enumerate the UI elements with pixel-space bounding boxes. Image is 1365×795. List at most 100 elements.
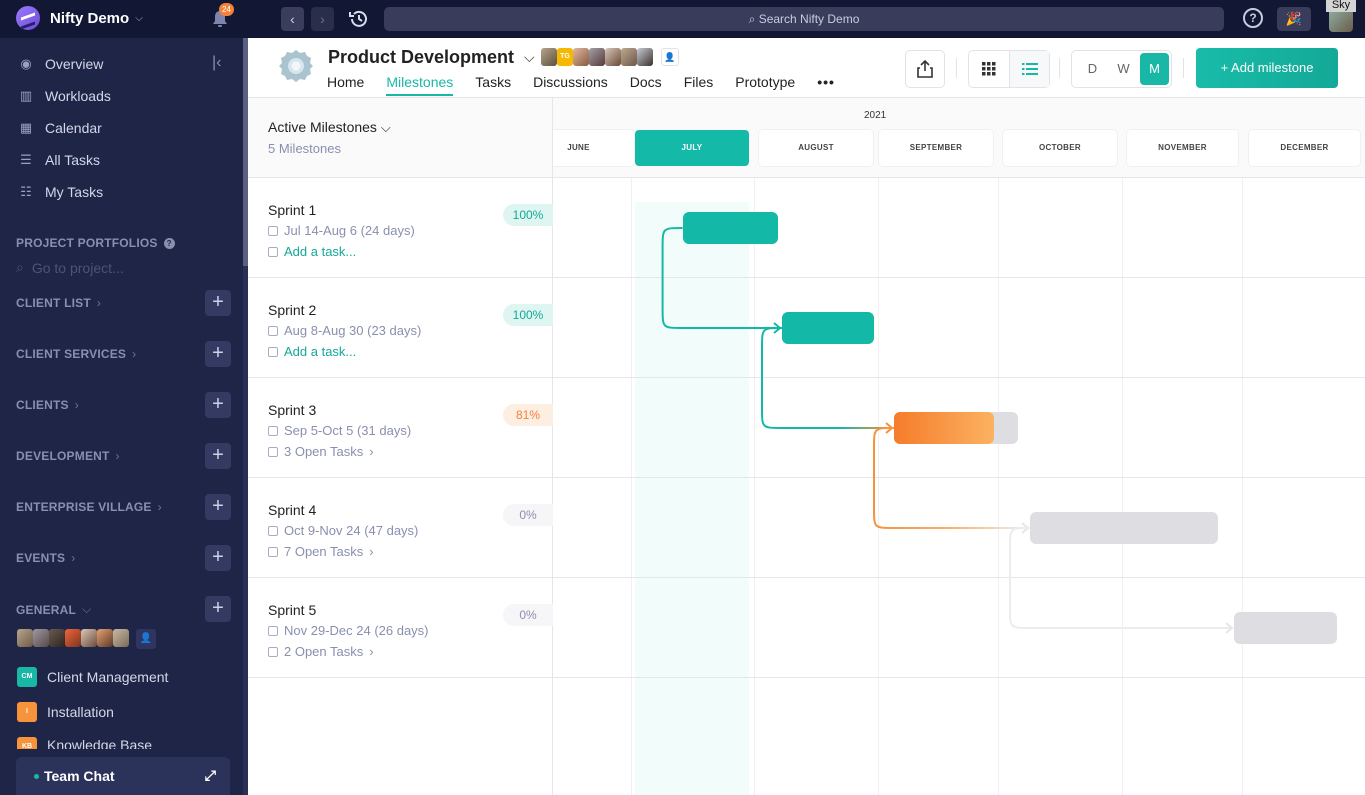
project-label: Installation [47, 704, 114, 720]
active-milestones-filter[interactable]: Active Milestones ⌵ [268, 119, 391, 136]
milestone-row[interactable]: Sprint 5 Nov 29-Dec 24 (26 days) 2 Open … [248, 578, 553, 678]
workspace-switcher[interactable]: Nifty Demo ⌵ [16, 6, 143, 30]
tab-milestones[interactable]: Milestones [386, 74, 454, 96]
month-november[interactable]: NOVEMBER [1127, 130, 1238, 166]
member-avatar[interactable] [605, 48, 621, 66]
tab-home[interactable]: Home [327, 74, 364, 96]
open-tasks-link[interactable]: 7 Open Tasks › [268, 544, 374, 559]
tab-prototype[interactable]: Prototype [735, 74, 795, 96]
portfolio-clients[interactable]: CLIENTS › [16, 398, 79, 412]
portfolio-events[interactable]: EVENTS › [16, 551, 75, 565]
month-september[interactable]: SEPTEMBER [879, 130, 993, 166]
portfolio-development[interactable]: DEVELOPMENT › [16, 449, 120, 463]
project-installation[interactable]: I Installation [17, 702, 114, 722]
member-avatar[interactable] [81, 629, 97, 647]
day-view-button[interactable]: D [1078, 53, 1107, 85]
month-view-button[interactable]: M [1140, 53, 1169, 85]
member-avatar[interactable] [33, 629, 49, 647]
milestone-name[interactable]: Sprint 2 [268, 302, 316, 318]
month-december[interactable]: DECEMBER [1249, 130, 1360, 166]
add-task-link[interactable]: Add a task... [268, 244, 356, 259]
add-task-link[interactable]: Add a task... [268, 344, 356, 359]
week-view-button[interactable]: W [1109, 53, 1138, 85]
back-button[interactable]: ‹ [281, 7, 304, 31]
tab-tasks[interactable]: Tasks [475, 74, 511, 96]
add-member-icon[interactable]: 👤 [661, 48, 679, 66]
portfolio-client-services[interactable]: CLIENT SERVICES › [16, 347, 136, 361]
milestone-bar[interactable] [894, 412, 1018, 444]
help-circle-icon[interactable]: ? [163, 237, 175, 249]
milestone-name[interactable]: Sprint 3 [268, 402, 316, 418]
go-to-project-input[interactable]: ⌕ Go to project... [16, 259, 124, 276]
sidebar-item-calendar[interactable]: ▦ Calendar [18, 118, 102, 138]
add-member-icon[interactable]: 👤 [136, 629, 156, 649]
portfolio-enterprise-village[interactable]: ENTERPRISE VILLAGE › [16, 500, 162, 514]
more-tabs-icon[interactable]: ••• [817, 74, 835, 96]
search-bar[interactable]: ⌕ Search Nifty Demo [384, 7, 1224, 31]
toolbar-divider [1183, 58, 1184, 78]
tab-discussions[interactable]: Discussions [533, 74, 608, 96]
milestone-row[interactable]: Sprint 3 Sep 5-Oct 5 (31 days) 3 Open Ta… [248, 378, 553, 478]
open-tasks-link[interactable]: 2 Open Tasks › [268, 644, 374, 659]
project-client-management[interactable]: CM Client Management [17, 667, 168, 687]
portfolio-general[interactable]: GENERAL ⌵ [16, 602, 91, 617]
member-avatar[interactable] [49, 629, 65, 647]
open-tasks-link[interactable]: 3 Open Tasks › [268, 444, 374, 459]
project-title[interactable]: Product Development ⌵ [328, 47, 535, 68]
member-avatar[interactable]: TG [557, 48, 573, 66]
add-project-button[interactable]: + [205, 392, 231, 418]
milestone-bar[interactable] [682, 212, 778, 244]
member-avatar[interactable] [637, 48, 653, 66]
add-project-button[interactable]: + [205, 443, 231, 469]
member-avatar[interactable] [17, 629, 33, 647]
collapse-sidebar-icon[interactable]: |‹ [212, 54, 221, 72]
add-project-button[interactable]: + [205, 596, 231, 622]
sidebar-item-my-tasks[interactable]: ☷ My Tasks [18, 182, 103, 202]
add-project-button[interactable]: + [205, 545, 231, 571]
member-avatar[interactable] [589, 48, 605, 66]
sidebar-item-all-tasks[interactable]: ☰ All Tasks [18, 150, 100, 170]
member-avatar[interactable] [541, 48, 557, 66]
add-project-button[interactable]: + [205, 494, 231, 520]
chevron-down-icon[interactable]: ⌵ [524, 49, 535, 66]
expand-icon[interactable]: ⤢ [205, 767, 216, 784]
add-milestone-button[interactable]: + Add milestone [1196, 48, 1338, 88]
member-avatar[interactable] [113, 629, 129, 647]
team-chat-bar[interactable]: Team Chat ⤢ [16, 757, 230, 795]
milestone-dates: Nov 29-Dec 24 (26 days) [268, 623, 429, 638]
month-june[interactable]: JUNE [553, 130, 634, 166]
milestone-count: 5 Milestones [268, 141, 341, 156]
milestone-row[interactable]: Sprint 1 Jul 14-Aug 6 (24 days) Add a ta… [248, 178, 553, 278]
forward-button[interactable]: › [311, 7, 334, 31]
sidebar-item-overview[interactable]: ◉ Overview [18, 54, 103, 74]
list-view-button[interactable] [1009, 51, 1049, 87]
member-avatar[interactable] [621, 48, 637, 66]
member-avatar[interactable] [65, 629, 81, 647]
milestone-bar[interactable] [1234, 612, 1338, 644]
tab-docs[interactable]: Docs [630, 74, 662, 96]
milestone-name[interactable]: Sprint 5 [268, 602, 316, 618]
sidebar-item-workloads[interactable]: ▥ Workloads [18, 86, 111, 106]
history-icon[interactable] [348, 8, 370, 30]
milestone-row[interactable]: Sprint 2 Aug 8-Aug 30 (23 days) Add a ta… [248, 278, 553, 378]
timeline-header: 2021 JUNE JULY AUGUST SEPTEMBER OCTOBER NOVEM… [553, 98, 1365, 178]
member-avatar[interactable] [573, 48, 589, 66]
tab-files[interactable]: Files [684, 74, 714, 96]
milestone-bar[interactable] [782, 312, 874, 344]
whats-new-button[interactable]: 🎉 [1277, 7, 1311, 31]
member-avatar[interactable] [97, 629, 113, 647]
milestone-bar[interactable] [1030, 512, 1218, 544]
share-export-button[interactable] [905, 50, 945, 88]
month-july[interactable]: JULY [635, 130, 749, 166]
project-knowledge-base[interactable]: KB Knowledge Base [17, 737, 152, 749]
milestone-row[interactable]: Sprint 4 Oct 9-Nov 24 (47 days) 7 Open T… [248, 478, 553, 578]
add-project-button[interactable]: + [205, 290, 231, 316]
grid-view-button[interactable] [969, 51, 1009, 87]
portfolio-client-list[interactable]: CLIENT LIST › [16, 296, 101, 310]
month-october[interactable]: OCTOBER [1003, 130, 1117, 166]
month-august[interactable]: AUGUST [759, 130, 873, 166]
milestone-name[interactable]: Sprint 4 [268, 502, 316, 518]
help-icon[interactable]: ? [1243, 8, 1263, 28]
milestone-name[interactable]: Sprint 1 [268, 202, 316, 218]
add-project-button[interactable]: + [205, 341, 231, 367]
